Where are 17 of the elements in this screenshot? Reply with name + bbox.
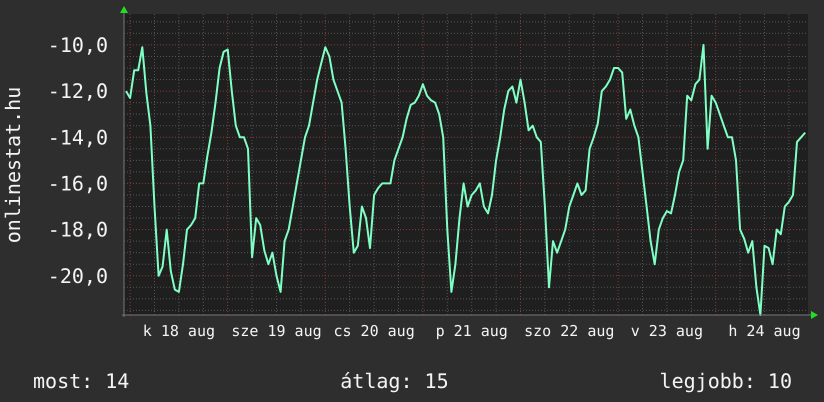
axis-label: p 21 aug (436, 322, 508, 340)
axis-label: szo 22 aug (524, 322, 614, 340)
axis-title: onlinestat.hu (1, 86, 25, 244)
axis-label: -12,0 (48, 79, 108, 104)
axis-label: cs 20 aug (333, 322, 415, 340)
axis-label: h 24 aug (728, 322, 801, 340)
axis-label: -14,0 (48, 125, 108, 150)
stat-label: most: 14 (33, 369, 130, 393)
axis-label: -10,0 (48, 32, 108, 57)
axis-label: k 18 aug (142, 322, 216, 340)
axis-label: -16,0 (48, 171, 108, 196)
axis-label: v 23 aug (630, 322, 704, 340)
axis-label: -18,0 (48, 218, 108, 242)
axis-label: sze 19 aug (231, 322, 322, 340)
stat-label: legjobb: 10 (660, 369, 792, 393)
stat-label: átlag: 15 (340, 369, 449, 393)
axis-label: -20,0 (48, 264, 108, 288)
